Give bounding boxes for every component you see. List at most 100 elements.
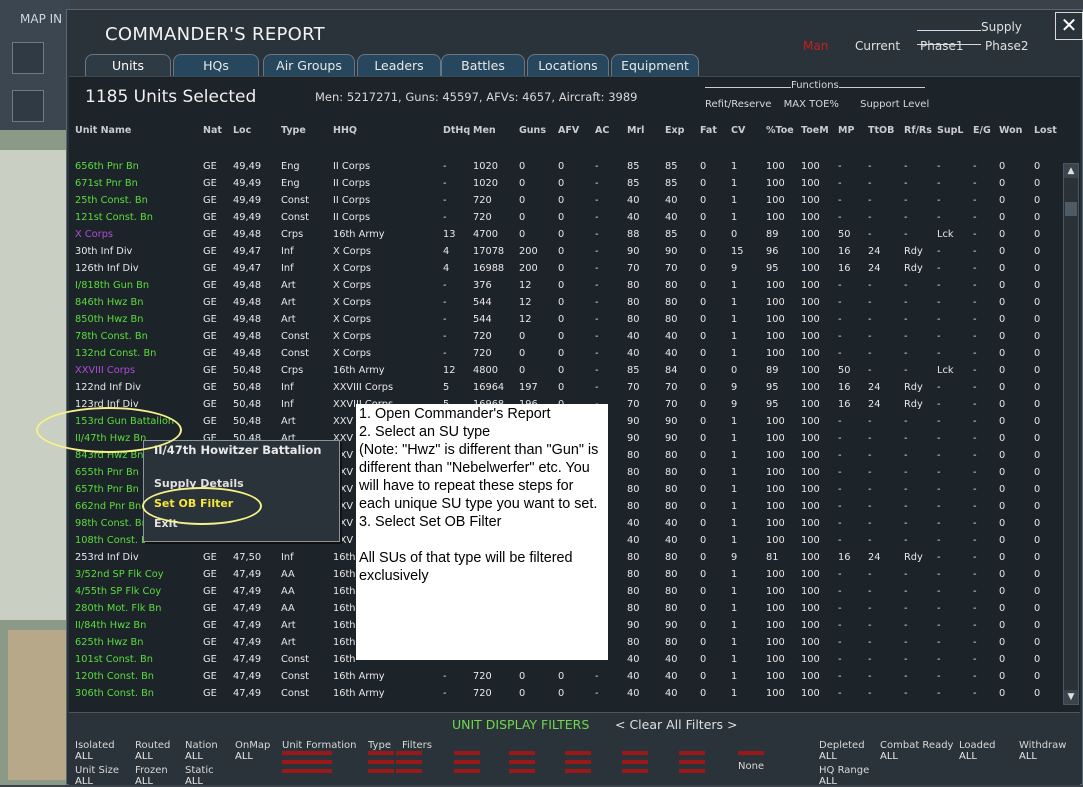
- type-filter-toggle[interactable]: [306, 769, 332, 777]
- tab-units[interactable]: Units: [85, 54, 171, 78]
- tab-leaders[interactable]: Leaders: [357, 54, 441, 76]
- column-header[interactable]: Exp: [665, 125, 684, 136]
- type-filter-toggle[interactable]: [396, 769, 422, 777]
- filter-filters[interactable]: Filters: [402, 740, 432, 751]
- column-header[interactable]: Fat: [700, 125, 717, 136]
- max-toe-button[interactable]: MAX TOE%: [784, 99, 839, 110]
- column-header[interactable]: Unit Name: [75, 125, 131, 136]
- type-filter-toggle[interactable]: [368, 760, 394, 768]
- table-scrollbar[interactable]: ▲ ▼: [1063, 163, 1079, 705]
- table-row[interactable]: 30th Inf Div GE 49,47 Inf X Corps 4 17078 200 0 -…: [69, 244, 1059, 261]
- table-row[interactable]: 656th Pnr Bn GE 49,49 Eng II Corps - 1020 0 0 - 85…: [69, 159, 1059, 176]
- column-header[interactable]: SupL: [937, 125, 963, 136]
- column-header[interactable]: CV: [731, 125, 745, 136]
- type-filter-toggle[interactable]: [454, 751, 480, 759]
- column-header[interactable]: Nat: [203, 125, 222, 136]
- type-filter-toggle[interactable]: [282, 769, 308, 777]
- type-filter-toggle[interactable]: [622, 769, 648, 777]
- clear-all-filters-button[interactable]: < Clear All Filters >: [615, 717, 738, 732]
- type-filter-toggle[interactable]: [622, 760, 648, 768]
- type-filter-toggle[interactable]: [679, 760, 705, 768]
- filter-combat-ready[interactable]: Combat Ready ALL: [880, 740, 953, 762]
- refit-reserve-button[interactable]: Refit/Reserve: [705, 99, 771, 110]
- type-filter-toggle[interactable]: [454, 769, 480, 777]
- column-header[interactable]: Men: [473, 125, 496, 136]
- type-filter-toggle[interactable]: [306, 751, 332, 759]
- tab-locations[interactable]: Locations: [527, 54, 609, 76]
- unit-toggle-button[interactable]: [12, 90, 44, 122]
- type-filter-toggle[interactable]: [679, 769, 705, 777]
- table-row[interactable]: 120th Const. Bn GE 47,49 Const 16th Army - 720…: [69, 669, 1059, 686]
- type-filter-toggle[interactable]: [282, 760, 308, 768]
- filter-type[interactable]: Type: [368, 740, 391, 751]
- filter-frozen[interactable]: Frozen ALL: [135, 765, 168, 787]
- filter-withdraw[interactable]: Withdraw ALL: [1019, 740, 1066, 762]
- column-header[interactable]: AFV: [558, 125, 579, 136]
- type-filter-toggle[interactable]: [679, 751, 705, 759]
- scroll-down-icon[interactable]: ▼: [1064, 690, 1078, 704]
- filter-hq-range[interactable]: HQ Range ALL: [819, 765, 869, 787]
- supply-mode-man[interactable]: Man: [803, 39, 828, 53]
- type-filter-toggle[interactable]: [396, 751, 422, 759]
- filter-loaded[interactable]: Loaded ALL: [959, 740, 996, 762]
- type-filter-toggle[interactable]: [738, 751, 764, 759]
- table-row[interactable]: 122nd Inf Div GE 50,48 Inf XXVIII Corps 5 1696…: [69, 380, 1059, 397]
- table-row[interactable]: I/818th Gun Bn GE 49,48 Art X Corps - 376 12 0 - 8…: [69, 278, 1059, 295]
- tab-equipment[interactable]: Equipment: [611, 54, 699, 76]
- filter-onmap[interactable]: OnMap ALL: [235, 740, 270, 762]
- column-header[interactable]: Guns: [519, 125, 546, 136]
- filter-none-value[interactable]: None: [738, 761, 764, 772]
- scroll-up-icon[interactable]: ▲: [1064, 164, 1078, 178]
- hex-map[interactable]: [0, 150, 70, 620]
- column-header[interactable]: Type: [281, 125, 306, 136]
- filter-static[interactable]: Static ALL: [185, 765, 214, 787]
- type-filter-toggle[interactable]: [396, 760, 422, 768]
- type-filter-toggle[interactable]: [368, 751, 394, 759]
- filter-unit-size[interactable]: Unit Size ALL: [75, 765, 119, 787]
- column-header[interactable]: E/G: [973, 125, 991, 136]
- table-row[interactable]: 850th Hwz Bn GE 49,48 Art X Corps - 544 12 0 - 80 8…: [69, 312, 1059, 329]
- table-row[interactable]: 25th Const. Bn GE 49,49 Const II Corps - 720 0 0…: [69, 193, 1059, 210]
- type-filter-toggle[interactable]: [368, 769, 394, 777]
- window-toggle-button[interactable]: [12, 42, 44, 74]
- type-filter-toggle[interactable]: [509, 769, 535, 777]
- column-header[interactable]: DtHq: [443, 125, 470, 136]
- table-row[interactable]: X Corps GE 49,48 Crps 16th Army 13 4700 0 0 - 88 85…: [69, 227, 1059, 244]
- table-row[interactable]: 121st Const. Bn GE 49,49 Const II Corps - 720 0…: [69, 210, 1059, 227]
- table-row[interactable]: 671st Pnr Bn GE 49,49 Eng II Corps - 1020 0 0 - 85…: [69, 176, 1059, 193]
- table-row[interactable]: 126th Inf Div GE 49,47 Inf X Corps 4 16988 200 0…: [69, 261, 1059, 278]
- column-header[interactable]: Won: [999, 125, 1022, 136]
- tab-hqs[interactable]: HQs: [173, 54, 259, 76]
- column-header[interactable]: Rf/Rs: [904, 125, 932, 136]
- table-row[interactable]: 132nd Const. Bn GE 49,48 Const X Corps - 720 0 0…: [69, 346, 1059, 363]
- support-level-button[interactable]: Support Level: [860, 99, 929, 110]
- type-filter-toggle[interactable]: [509, 760, 535, 768]
- type-filter-toggle[interactable]: [306, 760, 332, 768]
- table-row[interactable]: 846th Hwz Bn GE 49,48 Art X Corps - 544 12 0 - 80 8…: [69, 295, 1059, 312]
- column-header[interactable]: Loc: [233, 125, 251, 136]
- supply-mode-current[interactable]: Current: [855, 39, 900, 53]
- filter-unit[interactable]: Unit: [282, 740, 302, 751]
- filter-formation[interactable]: Formation: [306, 740, 356, 751]
- tab-air-groups[interactable]: Air Groups: [263, 54, 355, 76]
- scroll-thumb[interactable]: [1065, 202, 1077, 216]
- type-filter-toggle[interactable]: [622, 751, 648, 759]
- type-filter-toggle[interactable]: [454, 760, 480, 768]
- filter-depleted[interactable]: Depleted ALL: [819, 740, 865, 762]
- type-filter-toggle[interactable]: [565, 769, 591, 777]
- column-header[interactable]: Mrl: [627, 125, 644, 136]
- column-header[interactable]: Lost: [1034, 125, 1057, 136]
- column-header[interactable]: MP: [838, 125, 854, 136]
- filter-routed[interactable]: Routed ALL: [135, 740, 170, 762]
- supply-mode-phase2[interactable]: Phase2: [985, 39, 1028, 53]
- table-row[interactable]: XXVIII Corps GE 50,48 Crps 16th Army 12 4800 0 0…: [69, 363, 1059, 380]
- table-row[interactable]: 78th Const. Bn GE 49,48 Const X Corps - 720 0 0 -…: [69, 329, 1059, 346]
- filter-isolated[interactable]: Isolated ALL: [75, 740, 115, 762]
- column-header[interactable]: AC: [595, 125, 609, 136]
- supply-mode-phase1[interactable]: Phase1: [920, 39, 963, 53]
- type-filter-toggle[interactable]: [282, 751, 308, 759]
- type-filter-toggle[interactable]: [565, 751, 591, 759]
- filter-nation[interactable]: Nation ALL: [185, 740, 218, 762]
- type-filter-toggle[interactable]: [565, 760, 591, 768]
- column-header[interactable]: ToeM: [801, 125, 829, 136]
